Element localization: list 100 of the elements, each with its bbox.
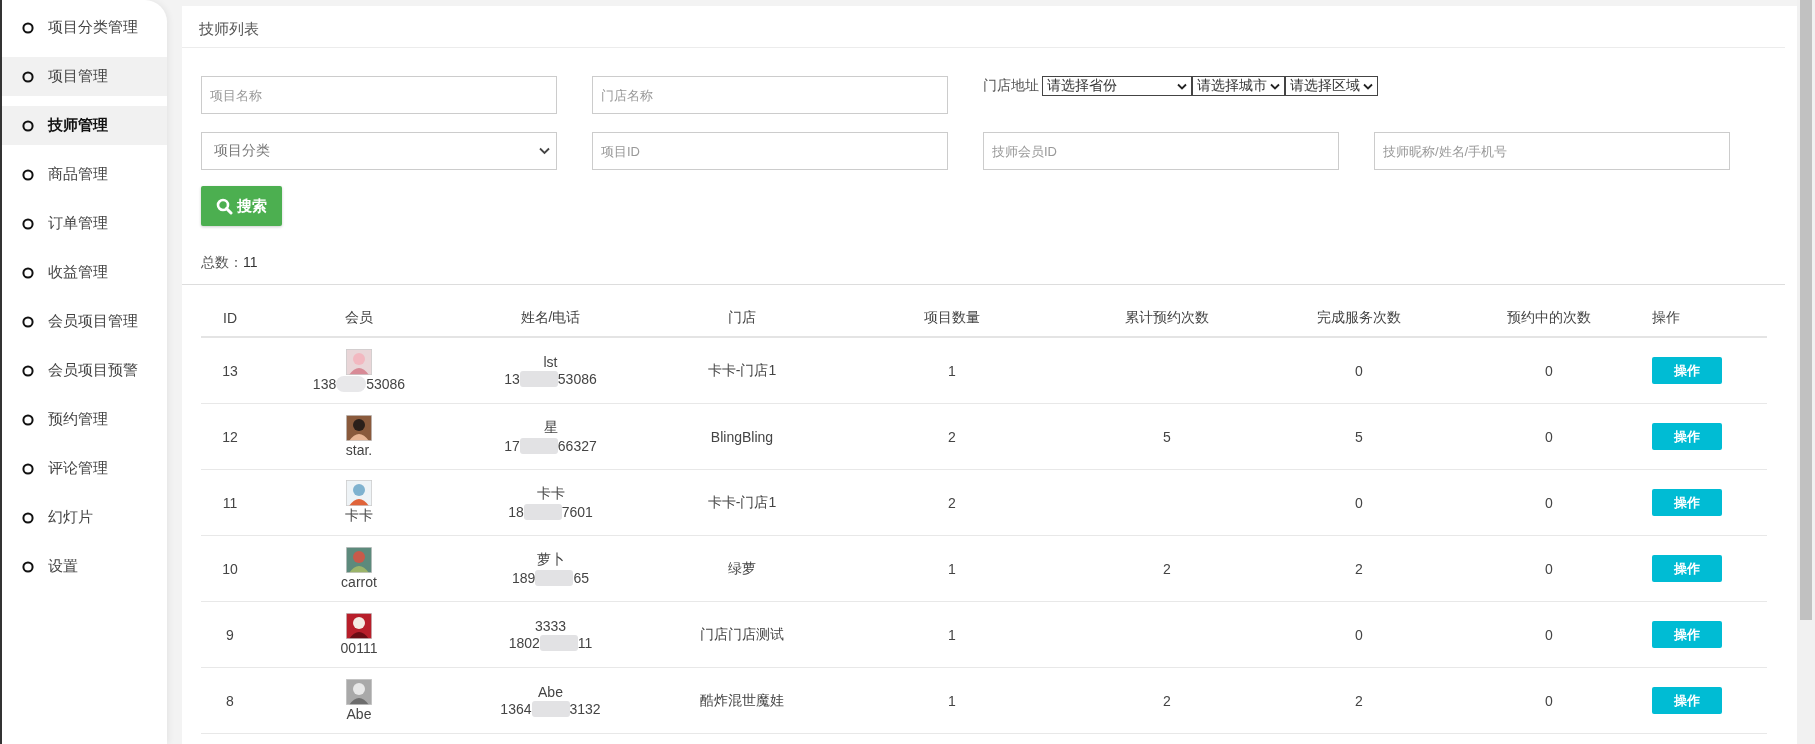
column-header: 会员 xyxy=(345,308,373,327)
sidebar-item[interactable]: 评论管理 xyxy=(2,449,167,488)
sidebar-item[interactable]: 收益管理 xyxy=(2,253,167,292)
column-header: 姓名/电话 xyxy=(520,308,581,327)
sidebar-item[interactable]: 商品管理 xyxy=(2,155,167,194)
phone-number: 17 66327 xyxy=(504,438,597,454)
circle-icon xyxy=(22,560,34,573)
table-cell: 卡卡-门店1 xyxy=(707,493,777,512)
table-cell: 0 xyxy=(1545,626,1553,643)
table-cell: 0 xyxy=(1545,494,1553,511)
technician-name: 卡卡 xyxy=(536,485,565,503)
table-cell: 2 xyxy=(1163,560,1171,577)
sidebar-item[interactable]: 设置 xyxy=(2,547,167,586)
table-cell: 2 xyxy=(948,428,956,445)
member-name: star. xyxy=(345,442,373,458)
sidebar-item[interactable]: 预约管理 xyxy=(2,400,167,439)
input-field[interactable]: 项目名称 xyxy=(201,76,557,114)
table-cell: 2 xyxy=(1355,560,1363,577)
sidebar-item[interactable]: 项目管理 xyxy=(2,57,167,96)
table-cell: 5 xyxy=(1163,428,1171,445)
table-cell: 酷炸混世魔娃 xyxy=(700,691,784,710)
technician-name: 萝卜 xyxy=(536,551,565,569)
dropdown[interactable]: 请选择城市 xyxy=(1192,76,1285,96)
circle-icon xyxy=(22,21,34,34)
total-count: 11 xyxy=(243,254,258,270)
caret-icon xyxy=(1363,82,1373,90)
column-header: 操作 xyxy=(1652,308,1680,327)
column-header: 门店 xyxy=(728,308,756,327)
member-phone: 138 53086 xyxy=(312,376,406,392)
panel-title: 技师列表 xyxy=(182,6,1785,48)
circle-icon xyxy=(22,119,34,132)
member-name: Abe xyxy=(346,706,372,722)
sidebar-item[interactable]: 订单管理 xyxy=(2,204,167,243)
table-cell: 1 xyxy=(948,692,956,709)
column-header: ID xyxy=(223,309,237,326)
dropdown[interactable]: 项目分类 xyxy=(201,132,557,170)
table-cell: 0 xyxy=(1545,692,1553,709)
table-cell: 13 xyxy=(222,362,238,379)
member-name: carrot xyxy=(341,574,377,590)
input-field[interactable]: 项目ID xyxy=(592,132,948,170)
caret-icon xyxy=(1177,82,1187,90)
circle-icon xyxy=(22,217,34,230)
table-cell: 0 xyxy=(1545,362,1553,379)
technician-name: Abe xyxy=(538,684,563,700)
technician-name: 3333 xyxy=(534,618,567,634)
scrollbar-thumb[interactable] xyxy=(1800,0,1812,620)
table-cell: 11 xyxy=(222,494,238,511)
circle-icon xyxy=(22,364,34,377)
sidebar-item[interactable]: 幻灯片 xyxy=(2,498,167,537)
technician-name: lst xyxy=(543,354,558,370)
column-header: 项目数量 xyxy=(924,308,980,327)
table-cell: 0 xyxy=(1545,560,1553,577)
sidebar-item[interactable]: 会员项目管理 xyxy=(2,302,167,341)
input-field[interactable]: 技师会员ID xyxy=(983,132,1339,170)
field-label: 门店地址 xyxy=(983,77,1039,95)
dropdown[interactable]: 请选择区域 xyxy=(1285,76,1378,96)
table-cell: 8 xyxy=(226,692,234,709)
total-label: 总数： xyxy=(201,254,243,270)
table-cell: 0 xyxy=(1355,362,1363,379)
search-icon xyxy=(216,197,233,215)
circle-icon xyxy=(22,462,34,475)
sidebar-item[interactable]: 会员项目预警 xyxy=(2,351,167,390)
table-cell: BlingBling xyxy=(710,428,774,445)
column-header: 完成服务次数 xyxy=(1317,308,1401,327)
sidebar-item[interactable]: 项目分类管理 xyxy=(2,8,167,47)
column-header: 预约中的次数 xyxy=(1507,308,1591,327)
table-cell: 0 xyxy=(1545,428,1553,445)
table-cell: 0 xyxy=(1355,626,1363,643)
table-cell: 12 xyxy=(222,428,238,445)
phone-number: 1802 11 xyxy=(508,635,593,651)
table-cell: 1 xyxy=(948,560,956,577)
dropdown[interactable]: 请选择省份 xyxy=(1042,76,1192,96)
technician-name: 星 xyxy=(543,419,558,437)
caret-icon xyxy=(1270,82,1280,90)
table-cell: 2 xyxy=(1163,692,1171,709)
phone-number: 18 7601 xyxy=(508,504,593,520)
member-name: 00111 xyxy=(340,640,378,656)
member-name: 卡卡 xyxy=(345,507,373,525)
table-cell: 绿萝 xyxy=(728,559,756,578)
circle-icon xyxy=(22,168,34,181)
column-header: 累计预约次数 xyxy=(1125,308,1209,327)
caret-icon xyxy=(539,147,550,155)
table-cell: 5 xyxy=(1355,428,1363,445)
table-cell: 9 xyxy=(226,626,234,643)
table-cell: 0 xyxy=(1355,494,1363,511)
circle-icon xyxy=(22,511,34,524)
circle-icon xyxy=(22,315,34,328)
scrollbar[interactable] xyxy=(1797,0,1815,744)
table-cell: 1 xyxy=(948,626,956,643)
phone-number: 1364 3132 xyxy=(500,701,601,717)
table-cell: 2 xyxy=(948,494,956,511)
phone-number: 13 53086 xyxy=(504,371,597,387)
table-cell: 2 xyxy=(1355,692,1363,709)
table-cell: 门店门店测试 xyxy=(700,625,784,644)
input-field[interactable]: 技师昵称/姓名/手机号 xyxy=(1374,132,1730,170)
table-cell: 10 xyxy=(222,560,238,577)
sidebar-item[interactable]: 技师管理 xyxy=(2,106,167,145)
circle-icon xyxy=(22,266,34,279)
table-cell: 卡卡-门店1 xyxy=(707,361,777,380)
input-field[interactable]: 门店名称 xyxy=(592,76,948,114)
